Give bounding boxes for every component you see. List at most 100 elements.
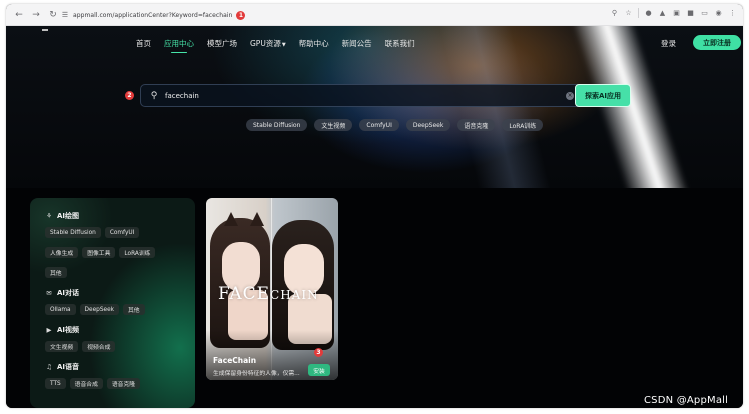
cover-logo-main: FACE (218, 284, 271, 304)
browser-toolbar: ← → ↻ ☰ appmall.com/applicationCenter?Ke… (6, 4, 743, 26)
category-chip[interactable]: ComfyUI (104, 227, 140, 238)
category-heading[interactable]: ♫ AI语音 (45, 362, 79, 372)
app-description: 生成保留身份特征的人像，仅需... (213, 371, 300, 377)
sidebar-icon[interactable]: ▭ (700, 9, 709, 18)
reload-icon[interactable]: ↻ (46, 8, 60, 22)
nav-item-1[interactable]: 应用中心 (164, 38, 194, 53)
translate-icon[interactable]: ▣ (672, 9, 681, 18)
category-chip[interactable]: DeepSeek (79, 304, 119, 315)
nav-item-label: 帮助中心 (298, 39, 329, 48)
nav-item-label: 模型广场 (207, 39, 237, 48)
cover-logo-text: FACECHAIN (218, 284, 319, 304)
search-icon: ⚲ (150, 90, 158, 101)
bookmark-star-icon[interactable]: ☆ (624, 9, 633, 18)
category-chip[interactable]: 视频合成 (82, 341, 116, 352)
category-chip-row: Ollama DeepSeek 其他 (45, 304, 145, 315)
category-chip[interactable]: 语音克隆 (106, 378, 141, 389)
category-chip-row: TTS 语音合成 语音克隆 (45, 378, 141, 389)
cover-cat-ear-right (250, 212, 264, 226)
category-chip-row: 文生视频 视频合成 (45, 341, 116, 352)
nav-item-0[interactable]: 首页 (136, 38, 151, 49)
step-badge-1: 1 (236, 10, 246, 20)
browser-actions: ⚲ ☆ ● ▲ ▣ ■ ▭ ◉ ⋮ (610, 8, 737, 18)
back-icon[interactable]: ← (12, 8, 26, 22)
category-title: AI视频 (57, 326, 80, 334)
register-button[interactable]: 立即注册 (693, 35, 741, 50)
menu-icon[interactable]: ⋮ (728, 9, 737, 18)
category-heading[interactable]: ▶ AI视频 (45, 325, 80, 335)
category-title: AI对话 (57, 289, 80, 297)
main-nav: 首页 应用中心 模型广场 GPU资源▼ 帮助中心 新闻公告 联系我们 (136, 38, 415, 53)
nav-item-label: 应用中心 (164, 39, 194, 48)
step-badge-2: 2 (125, 91, 134, 100)
nav-item-3[interactable]: GPU资源▼ (250, 38, 286, 49)
app-card-facechain[interactable]: FACECHAIN FaceChain 生成保留身份特征的人像，仅需... 3 … (206, 198, 338, 380)
video-icon: ▶ (46, 326, 52, 334)
caret-down-icon: ▼ (281, 42, 286, 48)
hot-tag[interactable]: 文生视频 (314, 119, 353, 131)
step-badge-3: 3 (314, 348, 323, 357)
category-chip[interactable]: 其他 (123, 304, 145, 315)
category-chip[interactable]: 其他 (45, 267, 67, 278)
category-heading[interactable]: ⚘ AI绘图 (45, 211, 79, 221)
search-bar: ⚲ × 探索AI应用 (140, 84, 631, 107)
clear-icon[interactable]: × (566, 91, 574, 100)
zoom-icon[interactable]: ⚲ (610, 9, 619, 18)
category-chip[interactable]: 人像生成 (45, 247, 79, 258)
puzzle-icon[interactable]: ■ (686, 9, 695, 18)
cover-cat-ear-left (224, 212, 238, 226)
hot-tag[interactable]: DeepSeek (405, 119, 451, 131)
address-bar[interactable]: ☰ appmall.com/applicationCenter?Keyword=… (60, 8, 660, 22)
toolbar-divider (638, 8, 639, 18)
nav-item-5[interactable]: 新闻公告 (342, 38, 372, 49)
hot-tag[interactable]: 语音克隆 (457, 119, 496, 131)
url-text[interactable]: appmall.com/applicationCenter?Keyword=fa… (73, 12, 232, 19)
category-chip[interactable]: 语音合成 (69, 378, 103, 389)
category-chip[interactable]: Ollama (45, 304, 76, 315)
hot-tags: Stable Diffusion 文生视频 ComfyUI DeepSeek 语音克隆 L… (246, 119, 544, 131)
category-chip-row: 人像生成 图像工具 LoRA训练 (45, 247, 156, 258)
light-beam-soft (436, 26, 560, 188)
voice-icon: ♫ (46, 363, 52, 371)
hot-tag[interactable]: ComfyUI (359, 119, 399, 131)
site-info-icon[interactable]: ☰ (60, 10, 70, 20)
chat-icon: ✉ (46, 289, 52, 297)
light-beam (566, 26, 695, 188)
login-link[interactable]: 登录 (661, 38, 676, 49)
category-chip[interactable]: TTS (45, 378, 66, 389)
watermark: CSDN @AppMall (644, 395, 729, 406)
nav-item-4[interactable]: 帮助中心 (299, 38, 329, 49)
category-chip[interactable]: 文生视频 (45, 341, 79, 352)
category-heading[interactable]: ✉ AI对话 (45, 288, 79, 298)
category-title: AI绘图 (57, 212, 80, 220)
app-title: FaceChain (213, 356, 257, 365)
nav-item-2[interactable]: 模型广场 (207, 38, 237, 49)
nav-item-label: 联系我们 (384, 39, 415, 48)
nav-item-6[interactable]: 联系我们 (385, 38, 415, 49)
search-input[interactable] (165, 91, 555, 100)
category-chip[interactable]: LoRA训练 (119, 247, 156, 258)
cover-logo-small: CHAIN (270, 288, 319, 302)
category-chip[interactable]: Stable Diffusion (45, 227, 101, 238)
extension-icon[interactable]: ● (644, 9, 653, 18)
hero-banner: 首页 应用中心 模型广场 GPU资源▼ 帮助中心 新闻公告 联系我们 登录 立即注册 2 ⚲… (6, 26, 743, 188)
install-button[interactable]: 安装 (308, 364, 330, 376)
palette-icon: ⚘ (46, 212, 52, 220)
nav-item-label: 新闻公告 (341, 39, 372, 48)
hot-tag[interactable]: Stable Diffusion (246, 119, 308, 131)
forward-icon[interactable]: → (29, 8, 43, 22)
profile-icon[interactable]: ◉ (714, 9, 723, 18)
category-sidebar: ⚘ AI绘图 Stable Diffusion ComfyUI 人像生成 图像工具 LoRA… (30, 198, 195, 408)
search-button[interactable]: 探索AI应用 (575, 84, 631, 107)
shield-icon[interactable]: ▲ (658, 9, 667, 18)
hot-tag[interactable]: LoRA训练 (502, 119, 544, 131)
nav-item-label: 首页 (136, 39, 151, 48)
category-chip-row: Stable Diffusion ComfyUI (45, 227, 140, 238)
category-chip[interactable]: 图像工具 (82, 247, 116, 258)
category-chip-row: 其他 (45, 267, 67, 278)
site-logo[interactable] (42, 29, 48, 31)
category-title: AI语音 (57, 363, 80, 371)
nav-item-label: GPU资源 (250, 39, 281, 48)
content-area: ⚘ AI绘图 Stable Diffusion ComfyUI 人像生成 图像工具 LoRA… (6, 188, 743, 408)
browser-window: ← → ↻ ☰ appmall.com/applicationCenter?Ke… (6, 4, 743, 408)
